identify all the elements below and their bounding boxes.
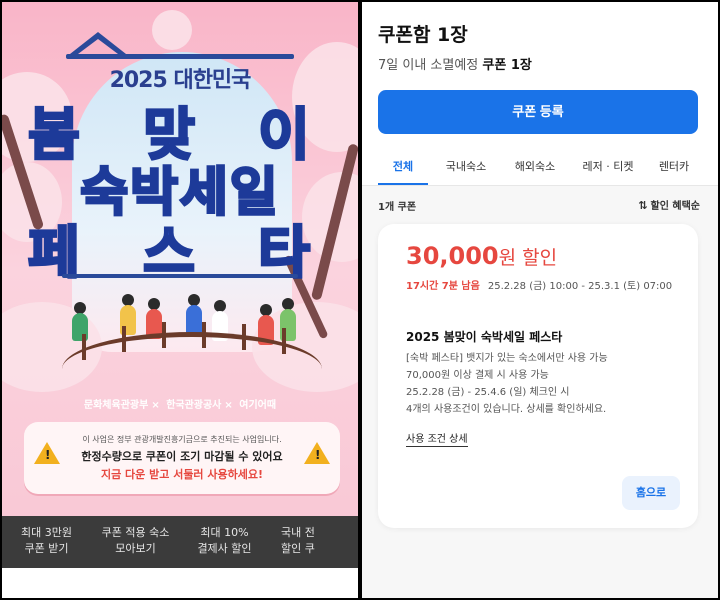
house-logo bbox=[62, 30, 298, 64]
notice-hurry-text: 지금 다운 받고 서둘러 사용하세요! bbox=[100, 468, 263, 481]
promo-panel: 2025 대한민국 봄 맞 이 숙박세일 페 스 타 문화체육관광부 × 한국관… bbox=[2, 2, 358, 598]
promo-tab-domestic[interactable]: 국내 전 할인 쿠 bbox=[269, 516, 329, 568]
tab-domestic[interactable]: 국내숙소 bbox=[442, 150, 490, 185]
promo-tab-get-coupon[interactable]: 최대 3만원 쿠폰 받기 bbox=[2, 516, 91, 568]
register-coupon-button[interactable]: 쿠폰 등록 bbox=[378, 90, 698, 134]
sponsor-yeogi: 여기어때 bbox=[239, 400, 277, 411]
home-button[interactable]: 홈으로 bbox=[622, 476, 680, 510]
expiring-summary: 7일 이내 소멸예정 쿠폰 1장 bbox=[378, 54, 532, 73]
limited-quantity-notice: ! ! 이 사업은 정부 관광개발진흥기금으로 추진되는 사업입니다. 한정수량… bbox=[24, 422, 340, 494]
promo-tab-stays[interactable]: 쿠폰 적용 숙소 모아보기 bbox=[91, 516, 180, 568]
coupon-conditions: [숙박 페스타] 뱃지가 있는 숙소에서만 사용 가능 70,000원 이상 결… bbox=[406, 350, 608, 418]
page-title: 쿠폰함 1장 bbox=[378, 24, 468, 46]
coupon-validity: 17시간 7분 남음 25.2.28 (금) 10:00 - 25.3.1 (토)… bbox=[406, 280, 686, 294]
usage-conditions-link[interactable]: 사용 조건 상세 bbox=[406, 430, 468, 447]
coupon-card[interactable]: 30,000원 할인 17시간 7분 남음 25.2.28 (금) 10:00 -… bbox=[378, 224, 698, 528]
title-underline bbox=[62, 274, 298, 278]
discount-suffix: 원 할인 bbox=[498, 247, 558, 269]
screenshot-frame: 2025 대한민국 봄 맞 이 숙박세일 페 스 타 문화체육관광부 × 한국관… bbox=[0, 0, 720, 600]
coupon-category-tabs: 전체 국내숙소 해외숙소 레저 · 티켓 렌터카 bbox=[362, 150, 718, 186]
sponsor-logos: 문화체육관광부 × 한국관광공사 × 여기어때 bbox=[83, 400, 277, 411]
validity-period: 25.2.28 (금) 10:00 - 25.3.1 (토) 07:00 bbox=[487, 281, 673, 292]
sponsor-kto: 한국관광공사 bbox=[166, 400, 222, 411]
promo-tab-card-discount[interactable]: 최대 10% 결제사 할인 bbox=[180, 516, 269, 568]
discount-amount: 30,000원 할인 bbox=[406, 242, 557, 270]
promo-footer bbox=[2, 568, 358, 598]
sponsor-ministry: 문화체육관광부 bbox=[83, 400, 149, 411]
wooden-bridge bbox=[62, 322, 322, 372]
promo-bottom-tabs: 최대 3만원 쿠폰 받기 쿠폰 적용 숙소 모아보기 최대 10% 결제사 할인… bbox=[2, 516, 358, 568]
tab-all[interactable]: 전체 bbox=[378, 150, 428, 185]
notice-limited-text: 한정수량으로 쿠폰이 조기 마감될 수 있어요 bbox=[81, 450, 283, 463]
tab-overseas[interactable]: 해외숙소 bbox=[510, 150, 560, 185]
expiring-label: 7일 이내 소멸예정 bbox=[378, 58, 479, 73]
coupon-name: 2025 봄맞이 숙박세일 페스타 bbox=[406, 330, 563, 344]
expiring-count: 쿠폰 1장 bbox=[482, 58, 532, 73]
tab-leisure-ticket[interactable]: 레저 · 티켓 bbox=[580, 150, 636, 185]
coupon-box-panel: 쿠폰함 1장 7일 이내 소멸예정 쿠폰 1장 쿠폰 등록 전체 국내숙소 해외… bbox=[362, 2, 718, 598]
tab-rental-car[interactable]: 렌터카 bbox=[654, 150, 694, 185]
discount-value: 30,000 bbox=[406, 242, 499, 270]
condition-item: [숙박 페스타] 뱃지가 있는 숙소에서만 사용 가능 bbox=[406, 353, 608, 364]
notice-funding-text: 이 사업은 정부 관광개발진흥기금으로 추진되는 사업입니다. bbox=[82, 435, 282, 444]
sort-icon: ⇅ bbox=[638, 199, 648, 212]
coupon-count: 1개 쿠폰 bbox=[378, 202, 417, 213]
sort-button[interactable]: ⇅ 할인 혜택순 bbox=[638, 197, 700, 212]
condition-item: 70,000원 이상 결제 시 사용 가능 bbox=[406, 370, 549, 381]
sort-label: 할인 혜택순 bbox=[650, 201, 700, 212]
condition-item: 4개의 사용조건이 있습니다. 상세를 확인하세요. bbox=[406, 404, 607, 415]
time-remaining: 17시간 7분 남음 bbox=[406, 281, 480, 292]
condition-item: 25.2.28 (금) - 25.4.6 (일) 체크인 시 bbox=[406, 387, 570, 398]
